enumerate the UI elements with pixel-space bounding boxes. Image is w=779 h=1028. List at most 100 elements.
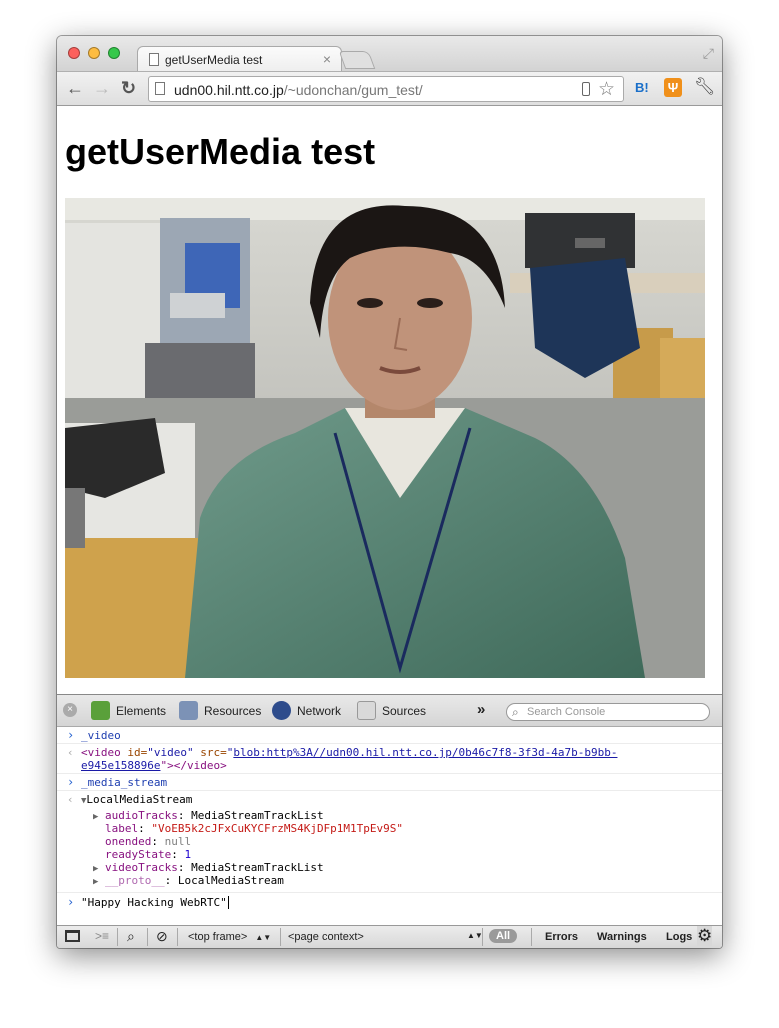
prompt-icon: › bbox=[67, 775, 75, 789]
url-host: udn00.hil.ntt.co.jp bbox=[174, 82, 284, 98]
prop-key: label bbox=[105, 822, 139, 835]
tab-elements[interactable]: Elements bbox=[116, 704, 166, 718]
select-arrows-icon: ▲▼ bbox=[467, 931, 483, 940]
star-icon[interactable]: ☆ bbox=[598, 78, 615, 101]
prop-value: MediaStreamTrackList bbox=[191, 861, 324, 874]
input-value: "Happy Hacking WebRTC" bbox=[81, 896, 227, 909]
minimize-window-button[interactable] bbox=[88, 47, 100, 59]
prop-key: onended bbox=[105, 835, 152, 848]
prompt-icon: › bbox=[67, 895, 75, 909]
forward-icon[interactable]: → bbox=[93, 78, 111, 99]
divider bbox=[177, 928, 178, 946]
divider bbox=[280, 928, 281, 946]
prop-key: videoTracks bbox=[105, 861, 178, 874]
more-tabs-button[interactable]: » bbox=[477, 701, 485, 718]
src-link-part2[interactable]: e945e158896e bbox=[81, 759, 160, 772]
browser-window: getUserMedia test × ⤢ ← → ↻ udn00.hil.nt… bbox=[57, 36, 722, 948]
close-window-button[interactable] bbox=[68, 47, 80, 59]
prop-row: readyState: 1 bbox=[105, 848, 192, 861]
context-select-value: <page context> bbox=[288, 931, 364, 943]
divider bbox=[147, 928, 148, 946]
title-bar: getUserMedia test × ⤢ bbox=[57, 36, 722, 72]
prop-row: label: "VoEB5k2cJFxCuKYCFrzMS4KjDFp1M1Tp… bbox=[105, 822, 404, 835]
console-search-input[interactable]: ⌕ Search Console bbox=[506, 703, 710, 721]
filter-logs-button[interactable]: Logs bbox=[666, 931, 692, 943]
clear-console-icon[interactable]: ⊘ bbox=[156, 928, 168, 945]
console-input[interactable]: › "Happy Hacking WebRTC" bbox=[57, 893, 722, 913]
frame-select[interactable]: <top frame> ▲▼ bbox=[188, 931, 271, 943]
prop-key: readyState bbox=[105, 848, 172, 861]
filter-errors-button[interactable]: Errors bbox=[545, 931, 578, 943]
prop-row[interactable]: ▶ __proto__: LocalMediaStream bbox=[93, 874, 284, 889]
tab-sources[interactable]: Sources bbox=[382, 704, 426, 718]
sources-icon bbox=[357, 701, 376, 720]
command-text: _media_stream bbox=[81, 776, 168, 789]
page-icon bbox=[149, 53, 159, 66]
page-title: getUserMedia test bbox=[65, 131, 376, 172]
devtools-status-bar: >≡ ⌕ ⊘ <top frame> ▲▼ <page context> ▲▼ A… bbox=[57, 925, 722, 948]
prop-key: audioTracks bbox=[105, 809, 178, 822]
page-content: getUserMedia test bbox=[57, 107, 722, 694]
webcam-frame bbox=[65, 198, 705, 678]
reload-icon[interactable]: ↻ bbox=[121, 78, 136, 99]
console-panel[interactable]: › _video ‹ <video id="video" src="blob:h… bbox=[57, 727, 722, 925]
fullscreen-icon[interactable]: ⤢ bbox=[703, 45, 714, 62]
tab-network[interactable]: Network bbox=[297, 704, 341, 718]
input-text[interactable]: "Happy Hacking WebRTC" bbox=[81, 896, 229, 909]
divider bbox=[531, 928, 532, 946]
dock-icon[interactable] bbox=[65, 930, 80, 942]
expand-triangle-icon[interactable]: ▶ bbox=[93, 864, 98, 874]
object-header[interactable]: ▼LocalMediaStream bbox=[81, 793, 192, 808]
wrench-icon[interactable]: 🔧︎ bbox=[694, 77, 716, 97]
tag-close: "></video> bbox=[160, 759, 227, 772]
search-placeholder: Search Console bbox=[527, 706, 606, 718]
browser-tab[interactable]: getUserMedia test × bbox=[137, 46, 342, 72]
url-text: udn00.hil.ntt.co.jp/~udonchan/gum_test/ bbox=[174, 82, 423, 98]
select-arrows-icon: ▲▼ bbox=[255, 933, 272, 942]
page-icon bbox=[155, 82, 165, 95]
filter-warnings-button[interactable]: Warnings bbox=[597, 931, 647, 943]
divider bbox=[117, 928, 118, 946]
attr-id-value: "video" bbox=[147, 746, 194, 759]
settings-gear-icon[interactable]: ⚙ bbox=[697, 926, 713, 946]
video-element[interactable] bbox=[65, 198, 705, 678]
attr-src: src= bbox=[193, 746, 227, 759]
tag-open: <video bbox=[81, 746, 121, 759]
filter-all-button[interactable]: All bbox=[489, 929, 518, 943]
address-bar[interactable]: udn00.hil.ntt.co.jp/~udonchan/gum_test/ … bbox=[148, 76, 624, 102]
close-tab-icon[interactable]: × bbox=[323, 51, 331, 67]
result-arrow-icon: ‹ bbox=[67, 793, 74, 806]
prop-row: onended: null bbox=[105, 835, 192, 848]
result-arrow-icon: ‹ bbox=[67, 746, 74, 759]
console-result: ‹ <video id="video" src="blob:http%3A//u… bbox=[57, 744, 722, 774]
fork-knife-icon[interactable]: Ψ bbox=[664, 78, 682, 97]
hatena-bookmark-button[interactable]: B! bbox=[635, 80, 649, 95]
console-command: › _video bbox=[57, 727, 722, 744]
tab-title: getUserMedia test bbox=[165, 53, 263, 67]
context-select[interactable]: <page context> bbox=[288, 931, 364, 943]
search-icon[interactable]: ⌕ bbox=[127, 928, 135, 945]
prop-key: __proto__ bbox=[105, 874, 165, 887]
video-element-line2: e945e158896e"></video> bbox=[81, 759, 227, 772]
new-tab-button[interactable] bbox=[338, 51, 376, 69]
prop-value: LocalMediaStream bbox=[177, 874, 284, 887]
devtools-toolbar: × Elements Resources Network Sources » ⌕… bbox=[57, 694, 722, 727]
frame-select-value: <top frame> bbox=[188, 931, 248, 943]
command-text: _video bbox=[81, 729, 121, 742]
close-devtools-icon[interactable]: × bbox=[63, 703, 77, 717]
prop-value: null bbox=[164, 835, 192, 848]
resources-icon bbox=[179, 701, 198, 720]
expand-triangle-icon[interactable]: ▶ bbox=[93, 877, 98, 887]
video-element-line1[interactable]: <video id="video" src="blob:http%3A//udn… bbox=[81, 746, 617, 759]
src-link-part1[interactable]: blob:http%3A//udn00.hil.ntt.co.jp/0b46c7… bbox=[233, 746, 617, 759]
url-path: /~udonchan/gum_test/ bbox=[283, 82, 423, 98]
tab-resources[interactable]: Resources bbox=[204, 704, 261, 718]
expand-triangle-icon[interactable]: ▶ bbox=[93, 812, 98, 822]
back-icon[interactable]: ← bbox=[66, 78, 84, 99]
object-name: LocalMediaStream bbox=[86, 793, 193, 806]
zoom-window-button[interactable] bbox=[108, 47, 120, 59]
divider bbox=[482, 928, 483, 946]
execution-context-icon[interactable]: >≡ bbox=[95, 929, 109, 943]
text-cursor bbox=[227, 896, 229, 909]
mobile-icon[interactable] bbox=[582, 82, 590, 96]
